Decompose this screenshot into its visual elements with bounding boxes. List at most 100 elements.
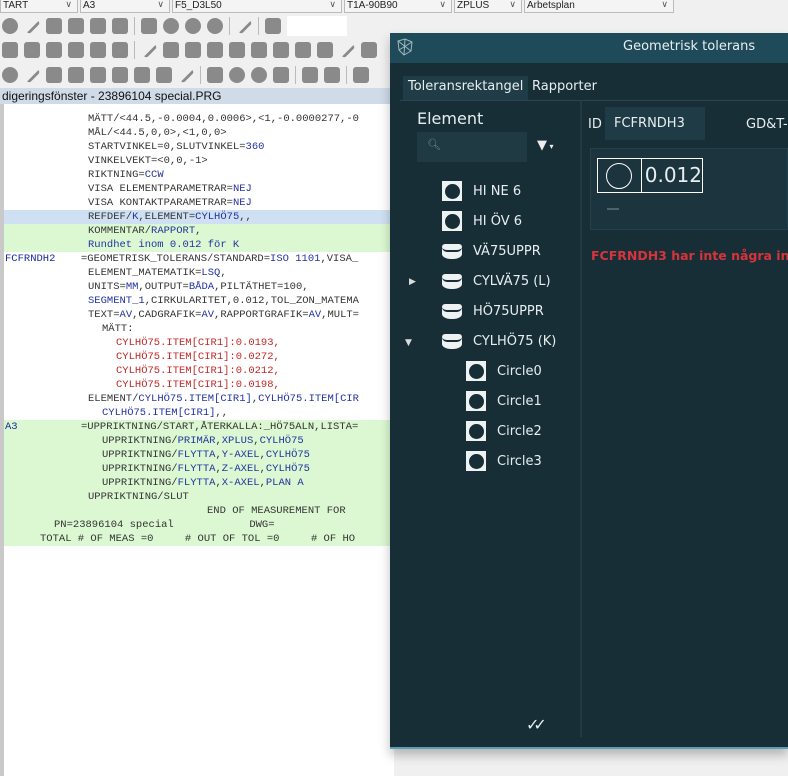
code-line[interactable]: MÅL/<44.5,0,0>,<1,0,0>	[4, 126, 394, 140]
close-feature-icon[interactable]	[361, 42, 377, 58]
curve-icon[interactable]	[235, 17, 253, 35]
feature-control-frame[interactable]: 0.012	[597, 158, 703, 193]
element-item[interactable]: CYLHÖ75 (K)	[442, 330, 556, 352]
code-line[interactable]: END OF MEASUREMENT FOR	[4, 504, 394, 518]
remove-segment-icon[interactable]	[607, 208, 619, 210]
slot-icon[interactable]	[229, 42, 245, 58]
toolbar-blank-field[interactable]	[287, 16, 347, 36]
ellipse-icon[interactable]	[90, 67, 106, 83]
construct-filter-icon[interactable]	[112, 42, 128, 58]
code-line[interactable]: PN=23896104 special DWG=	[4, 518, 394, 532]
cone-icon[interactable]	[229, 67, 245, 83]
code-line[interactable]: SEGMENT_1,CIRKULARITET,0.012,TOL_ZON_MAT…	[4, 294, 394, 308]
circle-icon[interactable]	[185, 42, 201, 58]
polygon-icon[interactable]	[317, 42, 333, 58]
construct-feature-icon[interactable]	[90, 42, 106, 58]
code-line[interactable]: ELEMENT_MATEMATIK=LSQ,	[4, 266, 394, 280]
auto-feature-icon[interactable]	[324, 67, 340, 83]
tab-toleransrektangel[interactable]: Toleransrektangel	[403, 76, 529, 100]
element-item[interactable]: VÄ75UPPR	[442, 240, 541, 262]
id-input[interactable]: FCFRNDH3	[605, 107, 705, 140]
code-line[interactable]: TOTAL # OF MEAS =0 # OUT OF TOL =0 # OF …	[4, 532, 394, 546]
slot-icon[interactable]	[112, 67, 128, 83]
combo-tip[interactable]: T1A-90B90 ∨	[344, 0, 452, 13]
code-line[interactable]: CYLHÖ75.ITEM[CIR1]:0.0272,	[4, 350, 394, 364]
circularity-icon[interactable]	[598, 159, 642, 192]
circle-icon[interactable]	[68, 18, 84, 34]
sphere-icon[interactable]	[185, 18, 201, 34]
plane-icon[interactable]	[163, 42, 179, 58]
element-search-input[interactable]: 🔍︎	[417, 132, 527, 162]
point-icon[interactable]	[2, 67, 18, 83]
cylinder-icon[interactable]	[207, 67, 223, 83]
construct-cloud-icon[interactable]	[24, 42, 40, 58]
combo-probe[interactable]: F5_D3L50 ∨	[172, 0, 342, 13]
code-line[interactable]: FCFRNDH2 =GEOMETRISK_TOLERANS/STANDARD=IS…	[4, 252, 394, 266]
code-line[interactable]: CYLHÖ75.ITEM[CIR1]:0.0212,	[4, 364, 394, 378]
element-item[interactable]: HI ÖV 6	[442, 210, 522, 232]
plane-icon[interactable]	[46, 67, 62, 83]
code-line[interactable]: UPPRIKTNING/FLYTTA,X-AXEL,PLAN A	[4, 476, 394, 490]
code-line[interactable]: UPPRIKTNING/SLUT	[4, 490, 394, 504]
filter-dropdown-button[interactable]: ▼ ▾	[537, 138, 554, 153]
point-icon[interactable]	[2, 18, 18, 34]
code-line[interactable]: VISA KONTAKTPARAMETRAR=NEJ	[4, 196, 394, 210]
square-slot-icon[interactable]	[251, 42, 267, 58]
plane-icon[interactable]	[46, 18, 62, 34]
expand-arrow-icon[interactable]: ▶	[409, 277, 416, 287]
tolerance-value[interactable]: 0.012	[642, 159, 702, 192]
width-icon[interactable]	[295, 42, 311, 58]
construct-set-icon[interactable]	[68, 42, 84, 58]
code-line[interactable]: ELEMENT/CYLHÖ75.ITEM[CIR1],CYLHÖ75.ITEM[…	[4, 392, 394, 406]
code-line[interactable]: CYLHÖ75.ITEM[CIR1]:0.0193,	[4, 336, 394, 350]
surface-icon[interactable]	[273, 67, 289, 83]
circle-icon[interactable]	[68, 67, 84, 83]
combo-workplane-dir[interactable]: ZPLUS ∨	[454, 0, 522, 13]
element-item[interactable]: CYLVÄ75 (L)	[442, 270, 551, 292]
curve-icon[interactable]	[177, 66, 195, 84]
code-line[interactable]: UPPRIKTNING/FLYTTA,Y-AXEL,CYLHÖ75	[4, 448, 394, 462]
code-line[interactable]: Rundhet inom 0.012 för K	[4, 238, 394, 252]
code-line[interactable]: UPPRIKTNING/PRIMÄR,XPLUS,CYLHÖ75	[4, 434, 394, 448]
code-line[interactable]: KOMMENTAR/RAPPORT,	[4, 224, 394, 238]
code-line[interactable]: MÄTT:	[4, 322, 394, 336]
combo-workplane[interactable]: Arbetsplan ∨	[524, 0, 674, 13]
edit-window[interactable]: MÄTT/<44.5,-0.0004,0.0006>,<1,-0.0000277…	[0, 104, 394, 776]
notch-icon[interactable]	[273, 42, 289, 58]
tab-rapporter[interactable]: Rapporter	[527, 76, 602, 100]
notch-icon[interactable]	[156, 67, 172, 83]
line-icon[interactable]	[23, 17, 41, 35]
line-icon[interactable]	[140, 41, 158, 59]
code-line[interactable]: STARTVINKEL=0,SLUTVINKEL=360	[4, 140, 394, 154]
code-line[interactable]: VISA ELEMENTPARAMETRAR=NEJ	[4, 182, 394, 196]
cylinder-icon[interactable]	[141, 18, 157, 34]
code-line[interactable]: CYLHÖ75.ITEM[CIR1],,	[4, 406, 394, 420]
element-item[interactable]: Circle1	[466, 390, 542, 412]
code-line[interactable]: TEXT=AV,CADGRAFIK=AV,RAPPORTGRAFIK=AV,MU…	[4, 308, 394, 322]
sphere-icon[interactable]	[251, 67, 267, 83]
line-icon[interactable]	[23, 66, 41, 84]
code-line[interactable]: UPPRIKTNING/FLYTTA,Z-AXEL,CYLHÖ75	[4, 462, 394, 476]
code-line[interactable]: CYLHÖ75.ITEM[CIR1]:0.0198,	[4, 378, 394, 392]
combo-alignment[interactable]: A3 ∨	[80, 0, 170, 13]
code-line[interactable]: MÄTT/<44.5,-0.0004,0.0006>,<1,-0.0000277…	[4, 112, 394, 126]
auto-feature-icon[interactable]	[265, 18, 281, 34]
code-line[interactable]: RIKTNING=CCW	[4, 168, 394, 182]
filter-icon[interactable]	[353, 67, 369, 83]
construct-point-icon[interactable]	[2, 42, 18, 58]
element-item[interactable]: Circle2	[466, 420, 542, 442]
percent-icon[interactable]	[302, 67, 318, 83]
square-slot-icon[interactable]	[112, 18, 128, 34]
code-line[interactable]: UNITS=MM,OUTPUT=BÅDA,PILTÄTHET=100,	[4, 280, 394, 294]
ellipse-icon[interactable]	[207, 42, 223, 58]
code-line-selected[interactable]: REFDEF/K,ELEMENT=CYLHÖ75,,	[4, 210, 394, 224]
curve-icon[interactable]	[338, 41, 356, 59]
element-item[interactable]: HI NE 6	[442, 180, 521, 202]
square-slot-icon[interactable]	[134, 67, 150, 83]
element-item[interactable]: HÖ75UPPR	[442, 300, 544, 322]
code-line[interactable]: A3 =UPPRIKTNING/START,ÅTERKALLA:_HÖ75ALN,…	[4, 420, 394, 434]
collapse-arrow-icon[interactable]: ▼	[405, 338, 412, 348]
combo-start[interactable]: TART ∨	[0, 0, 78, 13]
element-item[interactable]: Circle3	[466, 450, 542, 472]
element-item[interactable]: Circle0	[466, 360, 542, 382]
